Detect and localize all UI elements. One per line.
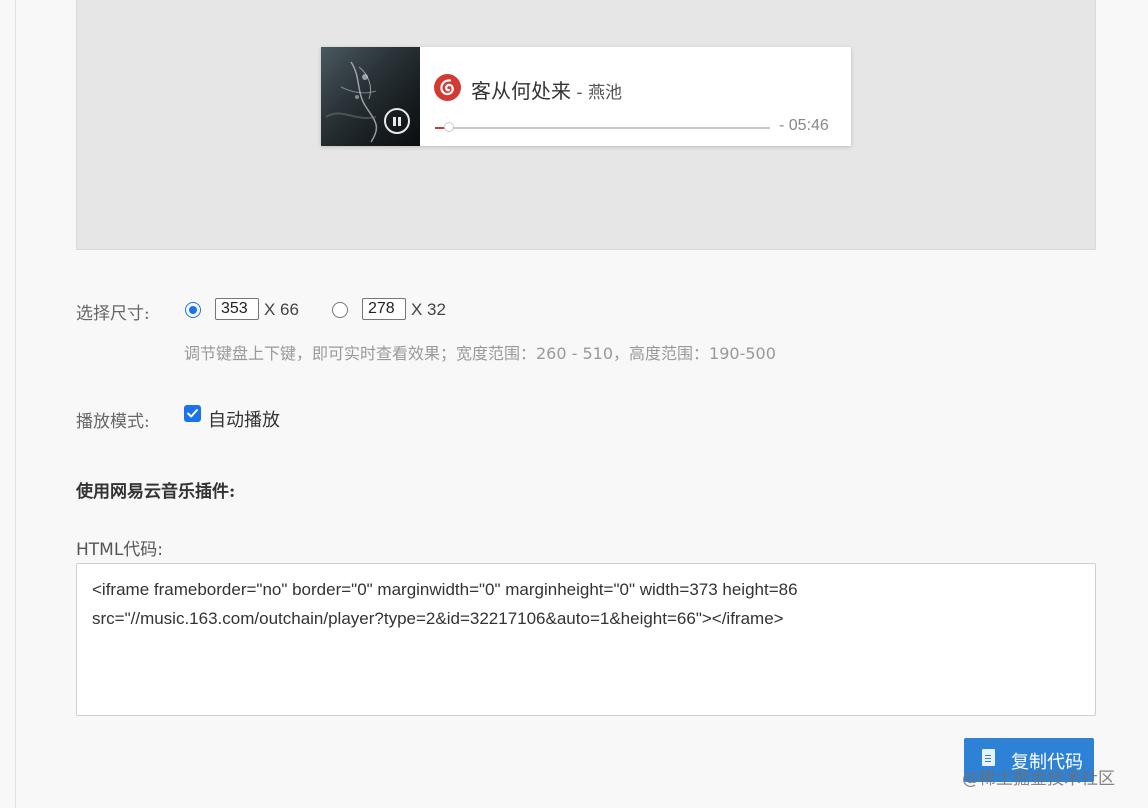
html-code-label: HTML代码:	[76, 540, 164, 560]
height-text-2: X 32	[411, 300, 446, 319]
checkmark-icon	[187, 409, 198, 418]
left-border	[15, 0, 16, 808]
track-duration: - 05:46	[779, 117, 829, 134]
progress-knob[interactable]	[444, 122, 455, 132]
size-hint: 调节键盘上下键，即可实时查看效果；宽度范围：260 - 510，高度范围：190…	[184, 344, 776, 363]
size-label: 选择尺寸:	[76, 304, 150, 324]
music-player-widget: 客从何处来 - 燕池 - 05:46	[321, 47, 851, 146]
song-title: 客从何处来	[471, 79, 571, 103]
autoplay-label: 自动播放	[208, 410, 280, 431]
plugin-section-title: 使用网易云音乐插件:	[76, 482, 236, 502]
song-separator: -	[571, 83, 588, 103]
size-option-1-radio[interactable]	[185, 302, 201, 318]
progress-bar[interactable]	[435, 122, 770, 132]
album-cover	[321, 47, 420, 146]
autoplay-checkbox[interactable]	[184, 405, 201, 422]
watermark: @稀土掘金技术社区	[962, 769, 1115, 789]
album-art-image	[325, 61, 378, 143]
play-mode-label: 播放模式:	[76, 412, 150, 432]
song-artist: 燕池	[587, 83, 622, 103]
pause-button[interactable]	[384, 108, 410, 134]
width-input-2[interactable]: 278	[362, 298, 406, 320]
netease-music-logo-icon	[434, 74, 461, 101]
song-info: 客从何处来 - 燕池	[471, 75, 622, 104]
height-text-1: X 66	[264, 300, 299, 319]
size-option-2-radio[interactable]	[332, 302, 348, 318]
html-code-textarea[interactable]: <iframe frameborder="no" border="0" marg…	[76, 563, 1096, 716]
width-input-1[interactable]: 353	[215, 298, 259, 320]
